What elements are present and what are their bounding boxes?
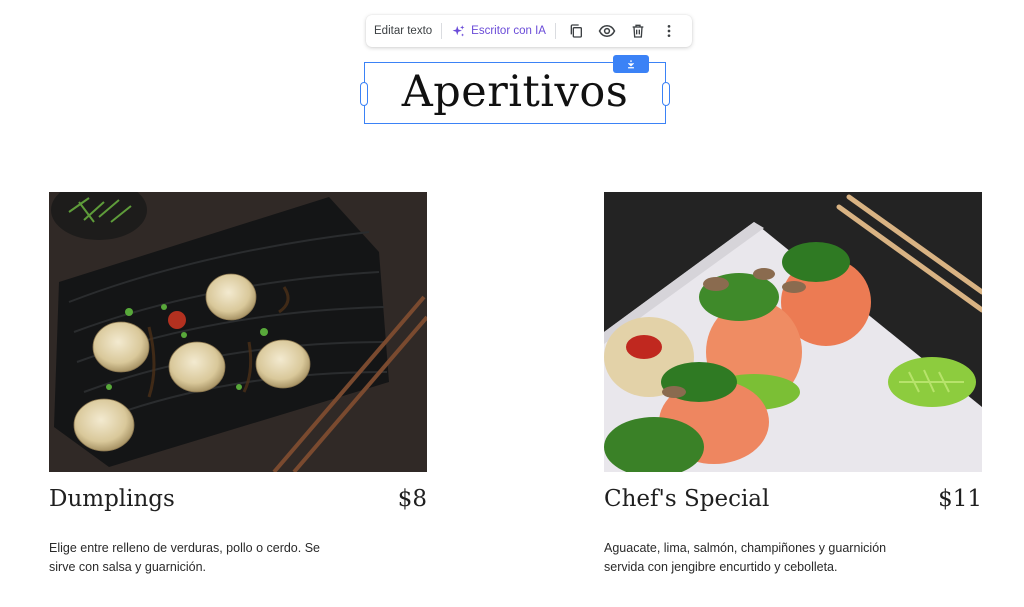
menu-item-price[interactable]: $8 [398, 486, 427, 512]
menu-item-card: Dumplings $8 Elige entre relleno de verd… [49, 192, 427, 577]
menu-item-description[interactable]: Aguacate, lima, salmón, champiñones y gu… [604, 539, 904, 577]
preview-button[interactable] [596, 20, 618, 42]
toolbar-divider [441, 23, 443, 39]
sparkle-icon [452, 24, 465, 36]
duplicate-button[interactable] [565, 20, 587, 42]
menu-item-name[interactable]: Dumplings [49, 486, 175, 512]
toolbar-divider [554, 23, 556, 39]
heading-selection-box[interactable]: Aperitivos [360, 62, 670, 124]
menu-item-title-row: Dumplings $8 [49, 486, 427, 518]
resize-handle-right[interactable] [662, 82, 670, 106]
trash-icon [632, 24, 644, 38]
menu-item-name[interactable]: Chef's Special [604, 486, 769, 512]
resize-handle-left[interactable] [360, 82, 368, 106]
more-options-button[interactable] [658, 20, 680, 42]
menu-item-description[interactable]: Elige entre relleno de verduras, pollo o… [49, 539, 349, 577]
eye-icon [598, 24, 616, 38]
ai-writer-button[interactable]: Escritor con IA [451, 24, 546, 39]
menu-item-card: Chef's Special $11 Aguacate, lima, salmó… [604, 192, 982, 577]
section-heading[interactable]: Aperitivos [402, 67, 629, 117]
more-vert-icon [667, 25, 671, 37]
chefs-special-image[interactable] [604, 192, 982, 472]
edit-text-button[interactable]: Editar texto [374, 25, 432, 37]
delete-button[interactable] [627, 20, 649, 42]
dumplings-image[interactable] [49, 192, 427, 472]
menu-item-title-row: Chef's Special $11 [604, 486, 982, 518]
ai-writer-label: Escritor con IA [471, 25, 546, 37]
text-editor-toolbar: Editar texto Escritor con IA [366, 15, 692, 47]
copy-icon [570, 24, 582, 38]
menu-item-price[interactable]: $11 [938, 486, 982, 512]
